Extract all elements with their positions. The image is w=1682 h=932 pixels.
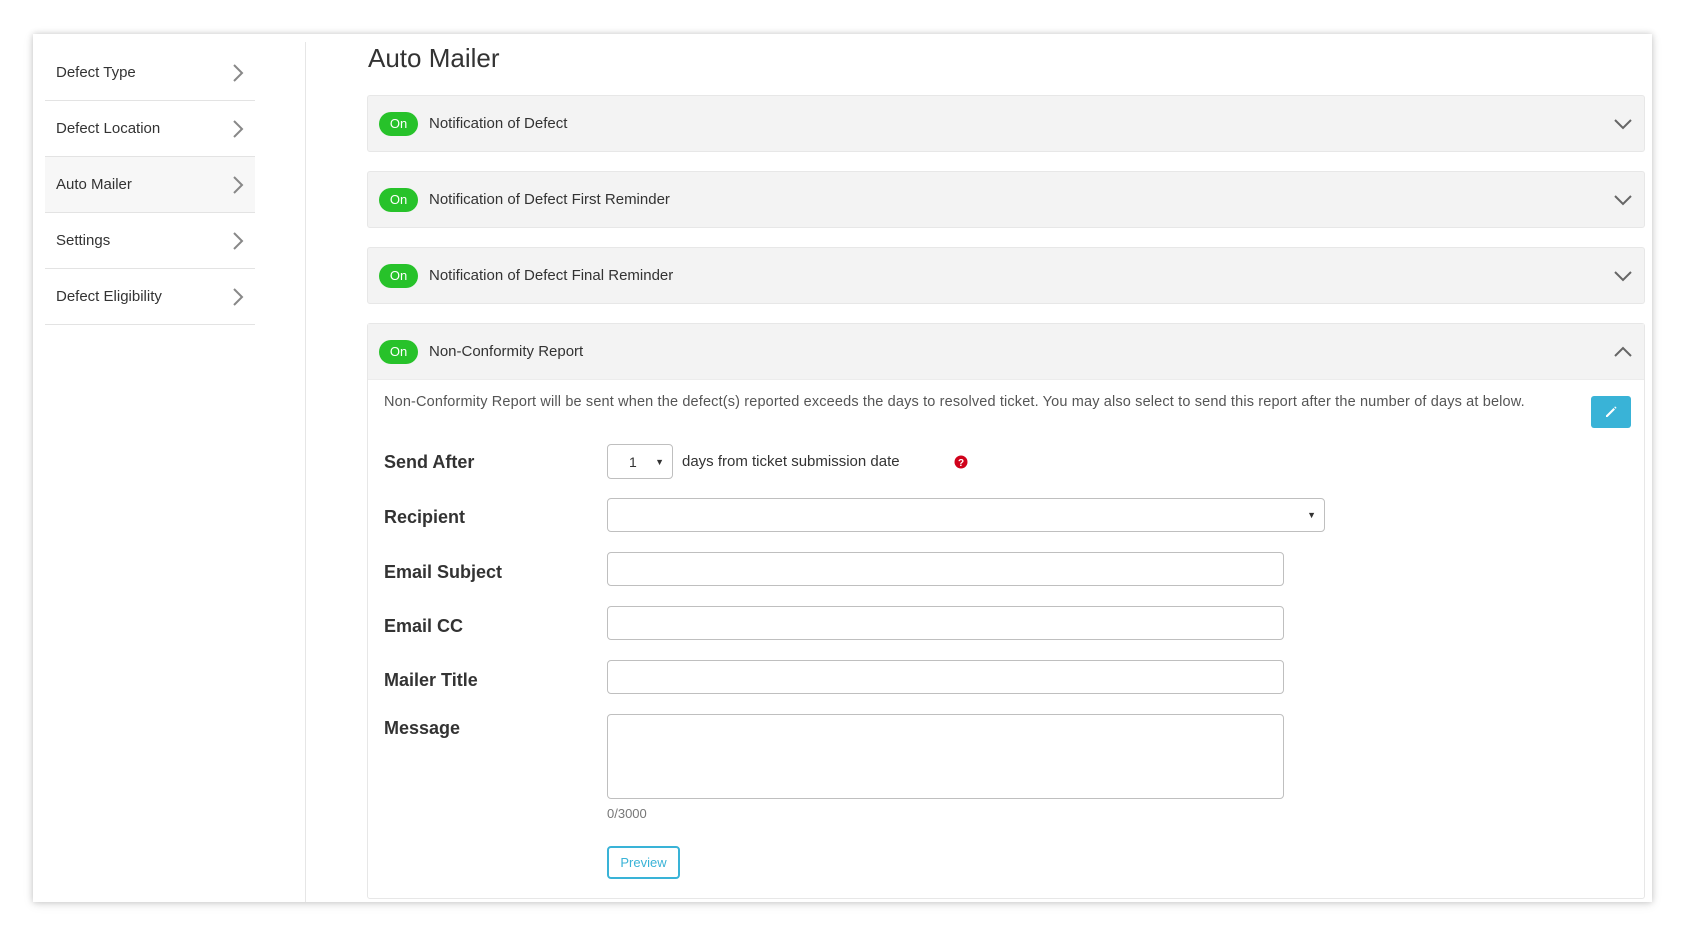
edit-button[interactable] xyxy=(1591,396,1631,428)
accordion-title: Non-Conformity Report xyxy=(429,343,584,360)
sidebar-item-defect-location[interactable]: Defect Location xyxy=(45,101,255,157)
report-description: Non-Conformity Report will be sent when … xyxy=(384,394,1525,410)
caret-down-icon: ▼ xyxy=(655,456,664,467)
accordion-header[interactable]: On Notification of Defect xyxy=(368,96,1644,151)
chevron-down-icon[interactable] xyxy=(1613,269,1633,283)
status-badge[interactable]: On xyxy=(379,263,418,288)
email-cc-field[interactable] xyxy=(607,606,1284,640)
status-badge[interactable]: On xyxy=(379,339,418,364)
sidebar-item-label: Defect Eligibility xyxy=(56,288,162,305)
email-cc-label: Email CC xyxy=(384,616,464,636)
send-after-suffix: days from ticket submission date xyxy=(682,453,900,470)
accordion-header[interactable]: On Non-Conformity Report xyxy=(368,324,1644,380)
message-label: Message xyxy=(384,718,461,738)
accordion-non-conformity-report: On Non-Conformity Report Non-Conformity … xyxy=(367,323,1645,899)
email-subject-label: Email Subject xyxy=(384,562,503,582)
send-after-select[interactable]: 1 ▼ xyxy=(607,444,673,479)
accordion-final-reminder: On Notification of Defect Final Reminder xyxy=(367,247,1645,304)
accordion-first-reminder: On Notification of Defect First Reminder xyxy=(367,171,1645,228)
sidebar: Defect Type Defect Location Auto Mailer … xyxy=(45,45,255,325)
chevron-right-icon xyxy=(233,175,244,194)
sidebar-item-label: Auto Mailer xyxy=(56,176,132,193)
sidebar-item-defect-eligibility[interactable]: Defect Eligibility xyxy=(45,269,255,325)
mailer-title-field[interactable] xyxy=(607,660,1284,694)
accordion-title: Notification of Defect First Reminder xyxy=(429,191,670,208)
chevron-right-icon xyxy=(233,63,244,82)
accordion-header[interactable]: On Notification of Defect Final Reminder xyxy=(368,248,1644,303)
message-textarea[interactable] xyxy=(607,714,1284,799)
accordion-title: Notification of Defect xyxy=(429,115,568,132)
page-title: Auto Mailer xyxy=(368,43,500,73)
sidebar-item-label: Settings xyxy=(56,232,111,249)
sidebar-item-label: Defect Location xyxy=(56,120,161,137)
chevron-right-icon xyxy=(233,231,244,250)
sidebar-item-defect-type[interactable]: Defect Type xyxy=(45,45,255,101)
chevron-down-icon[interactable] xyxy=(1613,117,1633,131)
recipient-label: Recipient xyxy=(384,507,466,527)
email-subject-field[interactable] xyxy=(607,552,1284,586)
chevron-up-icon[interactable] xyxy=(1613,345,1633,359)
accordion-title: Notification of Defect Final Reminder xyxy=(429,267,674,284)
question-circle-icon[interactable]: ? xyxy=(954,455,968,469)
chevron-right-icon xyxy=(233,287,244,306)
sidebar-item-label: Defect Type xyxy=(56,64,136,81)
pencil-icon xyxy=(1606,406,1617,417)
sidebar-item-auto-mailer[interactable]: Auto Mailer xyxy=(45,157,255,213)
recipient-select[interactable]: ▼ xyxy=(607,498,1325,532)
accordion-notification-of-defect: On Notification of Defect xyxy=(367,95,1645,152)
preview-button[interactable]: Preview xyxy=(607,846,680,879)
caret-down-icon: ▼ xyxy=(1307,510,1316,520)
chevron-right-icon xyxy=(233,119,244,138)
send-after-value: 1 xyxy=(629,453,637,470)
send-after-label: Send After xyxy=(384,452,475,472)
accordion-header[interactable]: On Notification of Defect First Reminder xyxy=(368,172,1644,227)
status-badge[interactable]: On xyxy=(379,111,418,136)
sidebar-divider xyxy=(305,42,306,902)
message-char-counter: 0/3000 xyxy=(607,806,647,821)
status-badge[interactable]: On xyxy=(379,187,418,212)
settings-panel: Defect Type Defect Location Auto Mailer … xyxy=(33,34,1652,902)
chevron-down-icon[interactable] xyxy=(1613,193,1633,207)
svg-text:?: ? xyxy=(958,458,964,469)
mailer-title-label: Mailer Title xyxy=(384,670,478,690)
sidebar-item-settings[interactable]: Settings xyxy=(45,213,255,269)
